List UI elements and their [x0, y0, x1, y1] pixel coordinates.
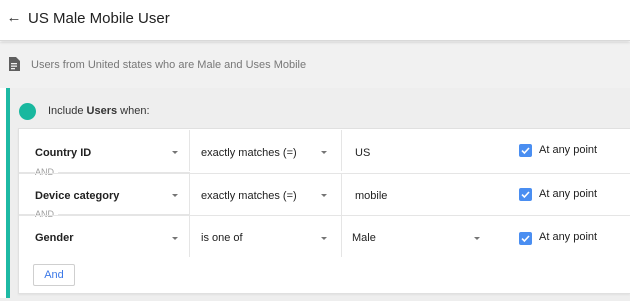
chevron-down-icon — [172, 194, 178, 197]
chevron-down-icon — [321, 194, 327, 197]
value-select[interactable]: Male — [342, 216, 492, 257]
operator-select[interactable]: exactly matches (=) — [190, 174, 342, 215]
operator-label: exactly matches (=) — [201, 190, 297, 202]
include-prefix: Include — [48, 105, 87, 117]
chevron-down-icon — [474, 237, 480, 240]
value-input[interactable]: mobile — [342, 174, 492, 215]
arrow-left-icon[interactable]: ← — [4, 8, 24, 28]
include-target: Users — [86, 105, 118, 117]
dimension-label: Device category — [35, 190, 120, 202]
dimension-label: Gender — [35, 232, 74, 244]
dimension-select[interactable]: Country ID — [19, 130, 190, 171]
operator-label: exactly matches (=) — [201, 147, 297, 159]
at-any-point-label: At any point — [539, 188, 598, 200]
condition-row: Device category exactly matches (=) mobi… — [19, 173, 630, 215]
at-any-point-toggle[interactable]: At any point — [497, 216, 627, 257]
segment-description: Users from United states who are Male an… — [31, 59, 307, 71]
value-text: Male — [352, 232, 376, 244]
segment-title: US Male Mobile User — [28, 10, 170, 27]
at-any-point-toggle[interactable]: At any point — [497, 130, 627, 171]
value-text: US — [355, 147, 371, 159]
document-icon — [9, 57, 20, 71]
dimension-select[interactable]: Gender — [19, 216, 190, 257]
add-and-condition-button[interactable]: And — [33, 264, 75, 286]
at-any-point-label: At any point — [539, 231, 598, 243]
condition-row: Country ID exactly matches (=) US At any… — [19, 130, 630, 172]
include-suffix: when: — [117, 105, 150, 117]
operator-select[interactable]: exactly matches (=) — [190, 130, 342, 171]
conditions-card: Country ID exactly matches (=) US At any… — [18, 128, 630, 294]
chevron-down-icon — [321, 237, 327, 240]
include-users-label: Include Users when: — [48, 105, 150, 117]
chevron-down-icon — [172, 151, 178, 154]
value-input[interactable]: US — [342, 130, 492, 171]
at-any-point-toggle[interactable]: At any point — [497, 174, 627, 215]
dimension-label: Country ID — [35, 147, 92, 159]
include-indicator-dot — [19, 103, 36, 120]
chevron-down-icon — [321, 151, 327, 154]
operator-select[interactable]: is one of — [190, 216, 342, 257]
checkbox-checked-icon[interactable] — [519, 144, 532, 157]
condition-row: Gender is one of Male At any point — [19, 215, 630, 257]
checkbox-checked-icon[interactable] — [519, 188, 532, 201]
operator-label: is one of — [201, 232, 243, 244]
checkbox-checked-icon[interactable] — [519, 232, 532, 245]
at-any-point-label: At any point — [539, 144, 598, 156]
chevron-down-icon — [172, 237, 178, 240]
segment-header: ← US Male Mobile User — [0, 0, 630, 41]
value-text: mobile — [355, 190, 388, 202]
